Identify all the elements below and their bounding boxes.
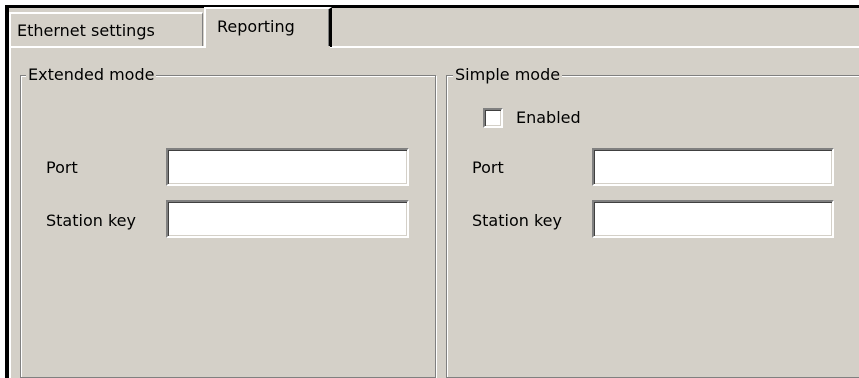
simple-station-key-label: Station key — [472, 211, 562, 230]
extended-station-key-input[interactable] — [166, 200, 409, 238]
simple-mode-title: Simple mode — [453, 61, 563, 89]
tab-reporting[interactable]: Reporting — [204, 7, 332, 47]
enabled-checkbox-label: Enabled — [516, 108, 581, 127]
tab-ethernet-settings[interactable]: Ethernet settings — [9, 12, 203, 48]
tab-ethernet-settings-label: Ethernet settings — [17, 21, 155, 40]
simple-port-label: Port — [472, 158, 504, 177]
tab-strip-gap — [206, 46, 330, 48]
simple-station-key-input[interactable] — [592, 200, 834, 238]
extended-mode-title: Extended mode — [26, 61, 157, 89]
extended-port-input[interactable] — [166, 148, 409, 186]
enabled-checkbox[interactable] — [483, 108, 503, 128]
simple-port-input[interactable] — [592, 148, 834, 186]
tab-reporting-label: Reporting — [217, 17, 295, 36]
extended-port-label: Port — [46, 158, 78, 177]
extended-station-key-label: Station key — [46, 211, 136, 230]
